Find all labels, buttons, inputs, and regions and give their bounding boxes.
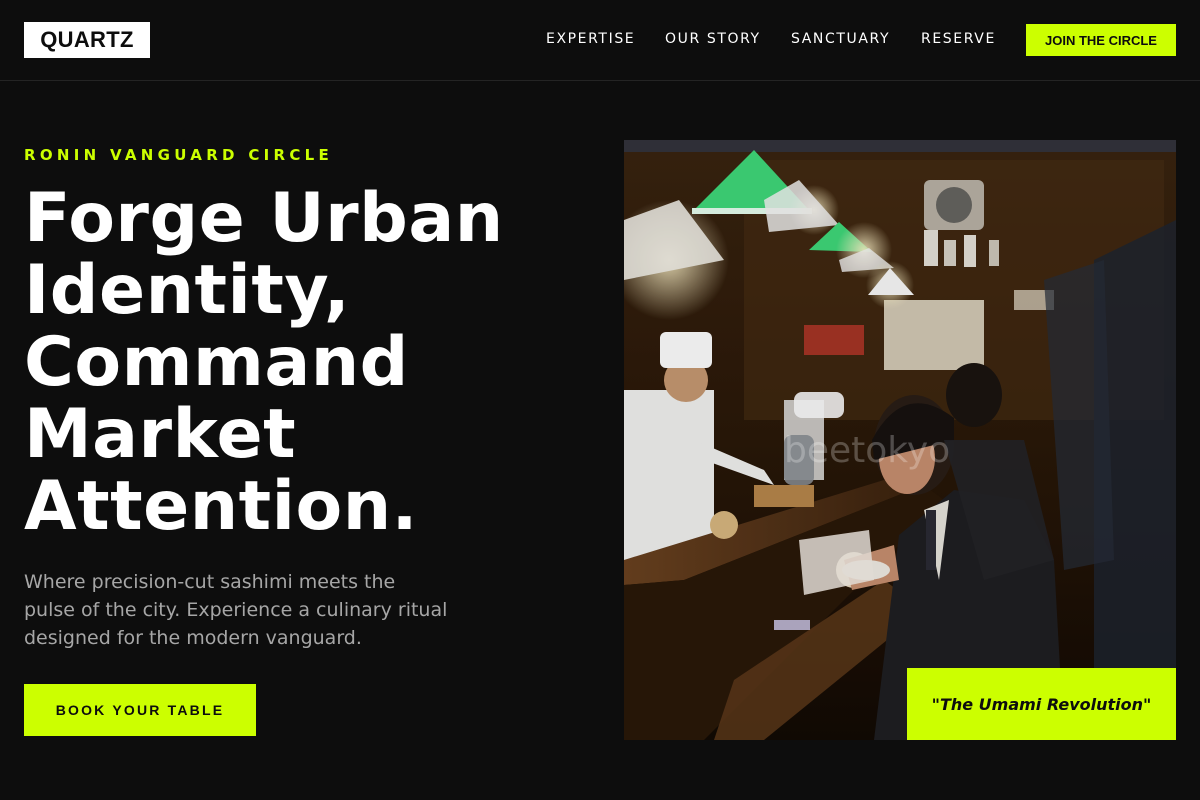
headline-line: Forge Urban: [24, 179, 504, 258]
site-header: QUARTZ EXPERTISE OUR STORY SANCTUARY RES…: [0, 0, 1200, 81]
headline-line: Market: [24, 395, 297, 474]
hero-image-sushi-bar: beetokyo: [624, 140, 1176, 740]
hero-eyebrow: RONIN VANGUARD CIRCLE: [24, 146, 334, 164]
hero-headline: Forge Urban Identity, Command Market Att…: [24, 183, 584, 543]
hero-description: Where precision-cut sashimi meets the pu…: [24, 568, 494, 652]
description-line: pulse of the city. Experience a culinary…: [24, 599, 448, 621]
headline-line: Attention.: [24, 467, 418, 546]
image-watermark: beetokyo: [784, 430, 950, 471]
book-your-table-button[interactable]: BOOK YOUR TABLE: [24, 684, 256, 736]
headline-line: Identity,: [24, 251, 351, 330]
nav-link-sanctuary[interactable]: SANCTUARY: [791, 30, 890, 48]
hero-quote-badge: "The Umami Revolution": [907, 668, 1176, 740]
join-the-circle-button[interactable]: JOIN THE CIRCLE: [1026, 24, 1176, 56]
nav-link-expertise[interactable]: EXPERTISE: [546, 30, 635, 48]
headline-line: Command: [24, 323, 409, 402]
description-line: designed for the modern vanguard.: [24, 627, 362, 649]
nav-link-reserve[interactable]: RESERVE: [921, 30, 996, 48]
sushi-bar-photo: beetokyo: [624, 140, 1176, 740]
brand-logo[interactable]: QUARTZ: [24, 22, 150, 58]
landing-page: QUARTZ EXPERTISE OUR STORY SANCTUARY RES…: [0, 0, 1200, 800]
nav-link-our-story[interactable]: OUR STORY: [665, 30, 761, 48]
description-line: Where precision-cut sashimi meets the: [24, 571, 396, 593]
